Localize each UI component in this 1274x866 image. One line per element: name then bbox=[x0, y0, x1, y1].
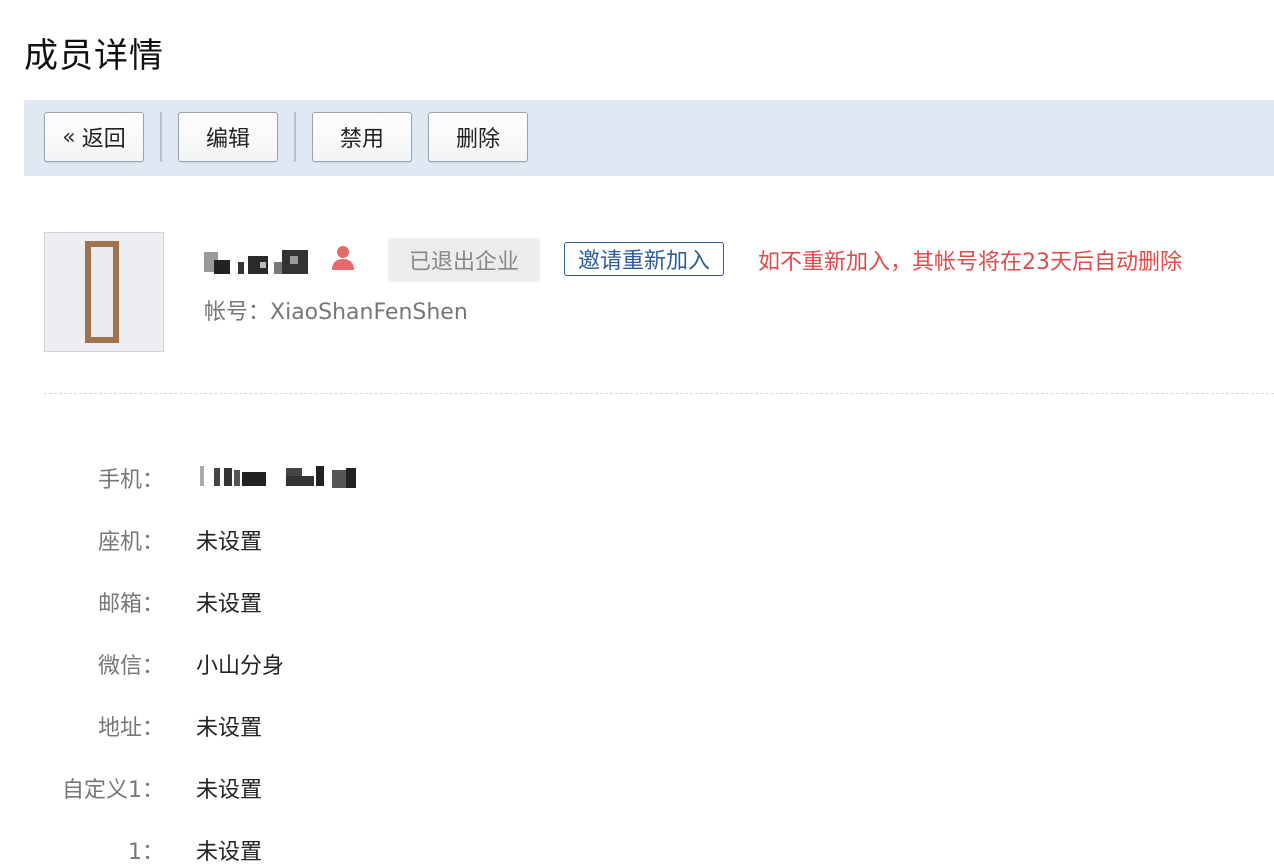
field-label-custom1: 自定义1： bbox=[62, 778, 164, 803]
status-badge: 已退出企业 bbox=[388, 238, 540, 282]
account-label: 帐号： bbox=[204, 300, 271, 325]
user-icon bbox=[332, 246, 354, 270]
account-row: 帐号：XiaoShanFenShen bbox=[204, 294, 468, 326]
back-button[interactable]: « 返回 bbox=[44, 112, 144, 162]
field-label-address: 地址： bbox=[97, 716, 164, 741]
edit-button[interactable]: 编辑 bbox=[178, 112, 278, 162]
account-value: XiaoShanFenShen bbox=[270, 300, 468, 325]
field-label-wechat: 微信： bbox=[97, 654, 164, 679]
reinvite-button[interactable]: 邀请重新加入 bbox=[564, 242, 724, 276]
double-chevron-left-icon: « bbox=[62, 124, 76, 150]
field-value-landline: 未设置 bbox=[196, 530, 263, 555]
delete-button[interactable]: 删除 bbox=[428, 112, 528, 162]
avatar bbox=[44, 232, 164, 352]
field-label-landline: 座机： bbox=[97, 530, 164, 555]
avatar-image bbox=[85, 241, 119, 343]
toolbar: « 返回 编辑 禁用 删除 bbox=[24, 100, 1274, 176]
field-value-email: 未设置 bbox=[196, 592, 263, 617]
back-button-label: 返回 bbox=[81, 127, 126, 152]
disable-button[interactable]: 禁用 bbox=[312, 112, 412, 162]
toolbar-separator bbox=[294, 112, 296, 162]
field-value-address: 未设置 bbox=[196, 716, 263, 741]
field-label-custom2: 1： bbox=[128, 840, 164, 865]
field-value-custom2: 未设置 bbox=[196, 840, 263, 865]
page-title: 成员详情 bbox=[24, 36, 164, 76]
deletion-warning: 如不重新加入，其帐号将在23天后自动删除 bbox=[758, 250, 1182, 275]
field-value-custom1: 未设置 bbox=[196, 778, 263, 803]
toolbar-separator bbox=[160, 112, 162, 162]
section-divider bbox=[44, 393, 1274, 394]
field-label-email: 邮箱： bbox=[97, 592, 164, 617]
field-value-wechat: 小山分身 bbox=[196, 654, 285, 679]
field-label-mobile: 手机： bbox=[97, 468, 164, 493]
field-value-mobile-redacted bbox=[196, 462, 366, 490]
